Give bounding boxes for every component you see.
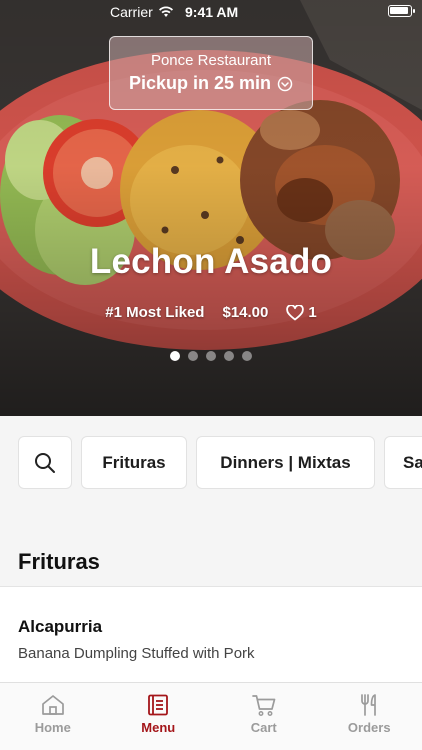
section-title: Frituras — [18, 549, 100, 574]
wifi-icon — [158, 6, 173, 17]
tab-bar: Home Menu Cart Orders — [0, 682, 422, 750]
carousel-pagination[interactable] — [0, 351, 422, 361]
tab-home[interactable]: Home — [0, 683, 106, 750]
menu-item-name: Alcapurria — [18, 617, 103, 636]
cart-icon — [251, 695, 276, 716]
carousel-dot[interactable] — [206, 351, 216, 361]
featured-dish-carousel[interactable]: Carrier 9:41 AM Ponce Restaurant Pickup … — [0, 0, 422, 416]
restaurant-name: Ponce Restaurant — [150, 52, 272, 69]
tab-cart-label: Cart — [250, 720, 277, 735]
like-button[interactable]: 1 — [286, 304, 317, 321]
clock: 9:41 AM — [185, 4, 239, 20]
app-screen: Carrier 9:41 AM Ponce Restaurant Pickup … — [0, 0, 422, 750]
search-button[interactable] — [18, 436, 72, 489]
category-chip-frituras[interactable]: Frituras — [81, 436, 187, 489]
fork-knife-icon — [361, 694, 377, 716]
battery-icon — [388, 5, 415, 17]
home-icon — [41, 695, 64, 715]
menu-item[interactable]: Alcapurria Banana Dumpling Stuffed with … — [0, 587, 422, 682]
category-chip-dinners-mixtas[interactable]: Dinners | Mixtas — [196, 436, 375, 489]
chevron-down-circle-icon — [277, 76, 293, 92]
heart-icon — [286, 304, 305, 320]
tab-cart[interactable]: Cart — [211, 683, 317, 750]
carrier-group: Carrier — [110, 4, 174, 20]
tab-menu[interactable]: Menu — [106, 683, 212, 750]
carousel-dot[interactable] — [188, 351, 198, 361]
tab-menu-label: Menu — [141, 720, 176, 735]
like-count: 1 — [308, 304, 317, 321]
pickup-eta-label: Pickup in 25 min — [128, 73, 272, 93]
dish-meta: #1 Most Liked $14.00 1 — [0, 304, 422, 321]
tab-orders[interactable]: Orders — [317, 683, 422, 750]
menu-item-description: Banana Dumpling Stuffed with Pork — [18, 645, 255, 662]
pickup-selector[interactable]: Ponce Restaurant Pickup in 25 min — [109, 36, 313, 110]
search-icon — [35, 452, 55, 473]
carousel-dot[interactable] — [224, 351, 234, 361]
category-bar: Frituras Dinners | Mixtas Sa — [0, 416, 422, 508]
category-chip-partial[interactable]: Sa — [384, 436, 422, 489]
status-bar: Carrier 9:41 AM — [0, 0, 422, 24]
dish-title: Lechon Asado — [89, 242, 333, 281]
carousel-dot[interactable] — [242, 351, 252, 361]
dish-price: $14.00 — [222, 304, 269, 321]
carousel-dot[interactable] — [170, 351, 180, 361]
menu-book-icon — [148, 694, 169, 716]
carrier-label: Carrier — [110, 4, 153, 20]
pickup-eta: Pickup in 25 min — [110, 73, 312, 94]
tab-home-label: Home — [34, 720, 71, 735]
tab-orders-label: Orders — [347, 720, 391, 735]
dish-rank: #1 Most Liked — [105, 304, 205, 321]
